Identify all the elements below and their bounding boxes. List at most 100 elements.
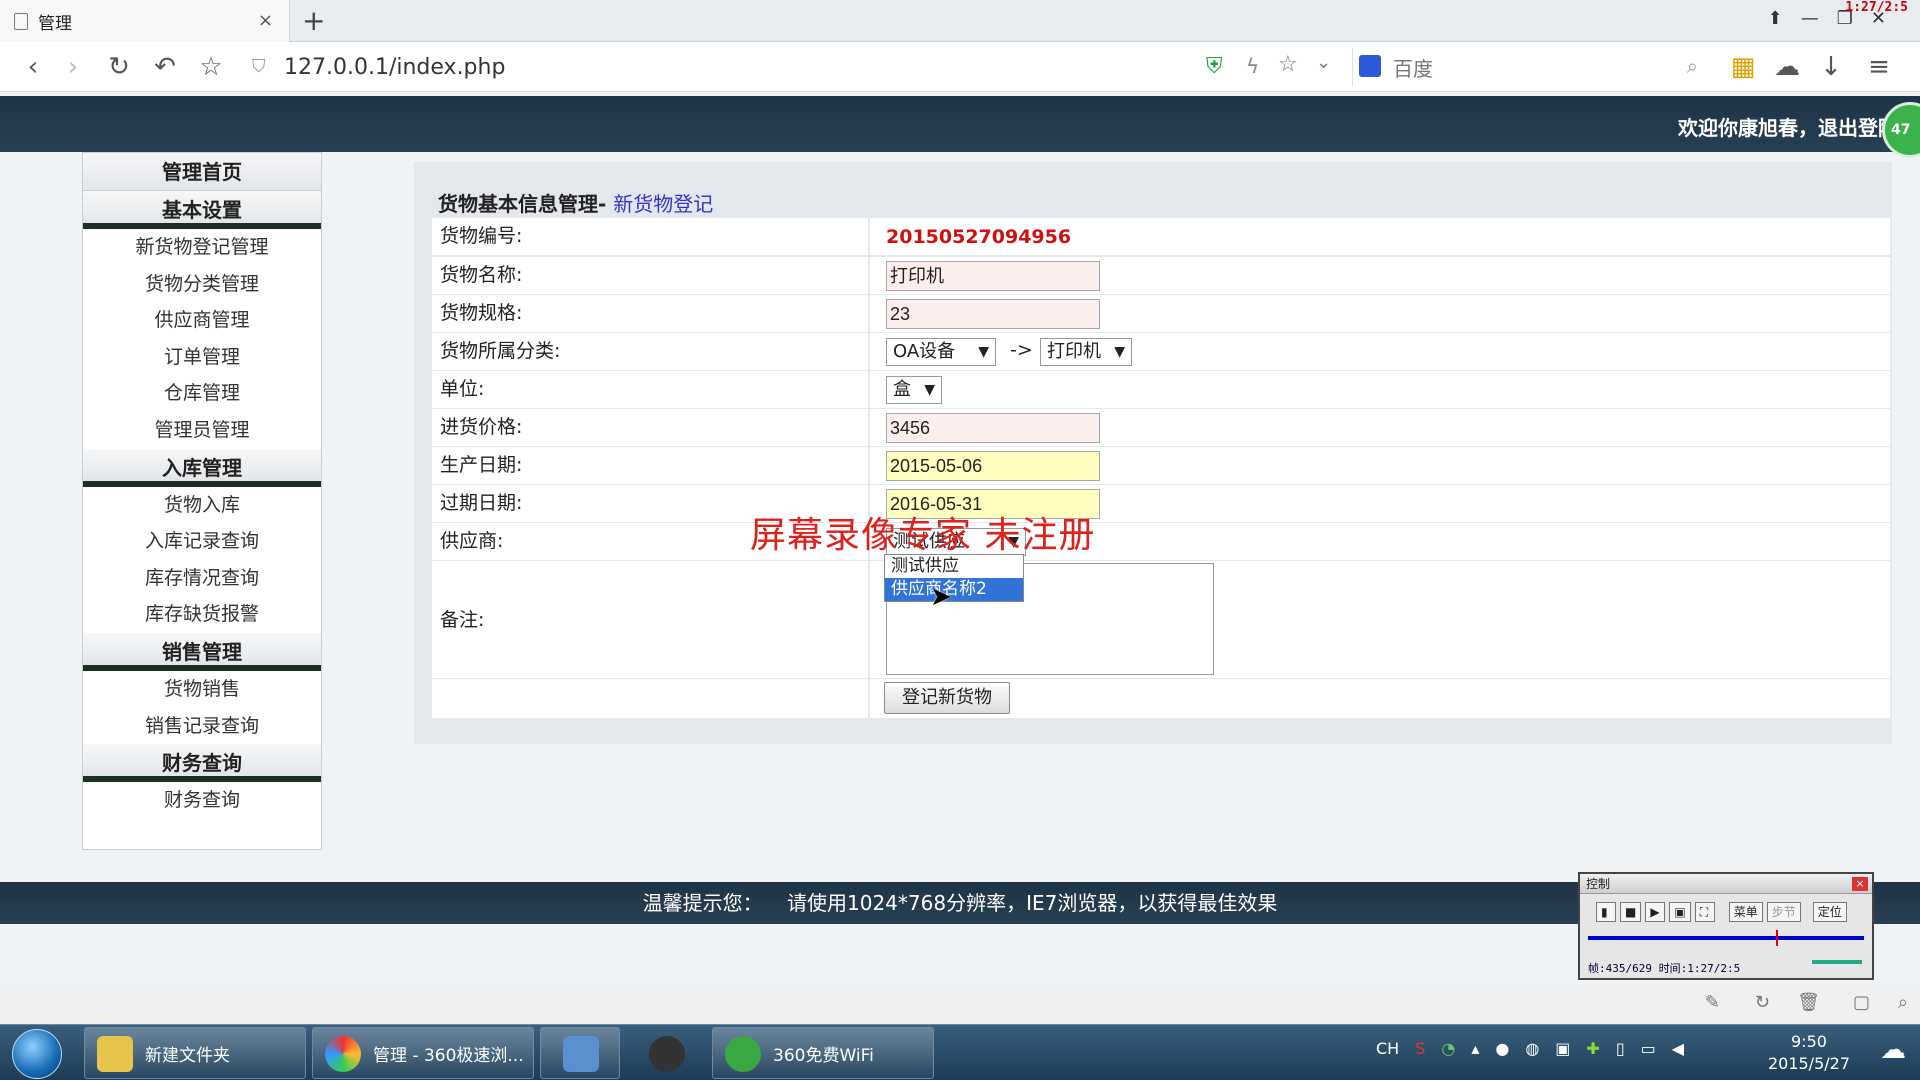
- spec-label: 货物规格:: [432, 295, 868, 332]
- download-icon[interactable]: ↓: [1816, 52, 1846, 82]
- new-goods-link[interactable]: 新货物登记: [613, 192, 713, 216]
- clock[interactable]: 9:50 2015/5/27: [1768, 1031, 1850, 1075]
- sidebar-item[interactable]: 货物销售: [83, 671, 321, 708]
- browser-tab[interactable]: 管理 ×: [0, 0, 290, 42]
- volume-icon[interactable]: ◀: [1672, 1039, 1684, 1058]
- sidebar-item[interactable]: 销售记录查询: [83, 708, 321, 745]
- reload-icon[interactable]: ↻: [104, 52, 134, 82]
- language-indicator[interactable]: CH: [1376, 1039, 1399, 1058]
- close-tab-icon[interactable]: ×: [258, 10, 273, 31]
- pin-icon[interactable]: ✎: [1705, 992, 1720, 1013]
- sidebar-item[interactable]: 供应商管理: [83, 302, 321, 339]
- welcome-logout[interactable]: 欢迎你康旭春，退出登陆: [1678, 112, 1898, 141]
- form-row-spec: 货物规格: 23: [432, 295, 1890, 333]
- subcategory-value: 打印机: [1047, 341, 1101, 362]
- sidebar-item[interactable]: 仓库管理: [83, 375, 321, 412]
- taskbar-item-qq[interactable]: [626, 1027, 706, 1079]
- sidebar-item[interactable]: 库存情况查询: [83, 560, 321, 597]
- browser-tray-icon[interactable]: ◍: [1525, 1039, 1539, 1058]
- monitor-tray-icon[interactable]: ▣: [1555, 1039, 1570, 1058]
- window-icon[interactable]: ▢: [1853, 992, 1870, 1013]
- pause-icon[interactable]: ▮: [1596, 902, 1616, 922]
- supplier-option[interactable]: 测试供应: [885, 555, 1023, 578]
- sidebar-item[interactable]: 新货物登记管理: [83, 229, 321, 266]
- cloud-icon[interactable]: ☁: [1772, 52, 1802, 82]
- fullscreen-icon[interactable]: ⛶: [1694, 902, 1715, 922]
- sidebar-section-title[interactable]: 入库管理: [83, 448, 321, 487]
- chevron-down-icon[interactable]: ⌄: [1316, 52, 1331, 73]
- network-icon[interactable]: ◔: [1441, 1039, 1455, 1058]
- submit-button[interactable]: 登记新货物: [884, 682, 1010, 714]
- refresh-icon[interactable]: ↻: [1755, 992, 1770, 1013]
- recorder-time: 1:27/2:5: [1845, 0, 1908, 15]
- lightning-icon[interactable]: ϟ: [1246, 54, 1259, 78]
- clipboard-tray-icon[interactable]: ▯: [1616, 1039, 1625, 1058]
- system-tray: CH S ◔ ▴ ● ◍ ▣ ✚ ▯ ▭ ◀: [1376, 1039, 1684, 1058]
- form-title-text: 货物基本信息管理: [438, 192, 598, 216]
- category-value: OA设备: [893, 341, 956, 362]
- search-box[interactable]: 百度 ⌕: [1352, 48, 1712, 86]
- form-row-price: 进货价格: 3456: [432, 409, 1890, 447]
- sidebar-item[interactable]: 入库记录查询: [83, 523, 321, 560]
- back-icon[interactable]: ‹: [18, 52, 48, 82]
- fit-icon[interactable]: ▣: [1669, 902, 1691, 922]
- subcategory-select[interactable]: 打印机 ▼: [1040, 338, 1132, 366]
- category-select[interactable]: OA设备 ▼: [886, 338, 996, 366]
- sidebar-section-title[interactable]: 财务查询: [83, 744, 321, 783]
- watermark: 屏幕录像专家 未注册: [750, 515, 1096, 556]
- forward-icon[interactable]: ›: [58, 52, 88, 82]
- code-label: 货物编号:: [432, 218, 868, 255]
- undo-icon[interactable]: ↶: [150, 52, 180, 82]
- volume-slider[interactable]: [1812, 960, 1862, 964]
- baidu-icon: [1359, 55, 1381, 77]
- address-bar[interactable]: ⛉ 127.0.0.1/index.php ⛨ ϟ ☆ ⌄: [240, 48, 1340, 86]
- new-tab-button[interactable]: +: [302, 4, 325, 37]
- recorder-step-button[interactable]: 步节: [1766, 902, 1801, 922]
- taskbar-item-browser[interactable]: 管理 - 360极速浏...: [312, 1027, 534, 1079]
- spec-input[interactable]: 23: [886, 299, 1100, 329]
- minimize-icon[interactable]: —: [1801, 8, 1819, 29]
- expand-tray-icon[interactable]: ▴: [1471, 1039, 1479, 1058]
- display-tray-icon[interactable]: ▭: [1641, 1039, 1656, 1058]
- avatar-badge[interactable]: 47: [1882, 102, 1920, 158]
- apps-icon[interactable]: ▦: [1728, 52, 1758, 82]
- input-method-icon[interactable]: S: [1415, 1039, 1425, 1058]
- qq-tray-icon[interactable]: ●: [1495, 1039, 1509, 1058]
- star-icon[interactable]: ☆: [1278, 52, 1298, 77]
- taskbar-item-wifi[interactable]: 360免费WiFi: [712, 1027, 934, 1079]
- sidebar-item[interactable]: 货物入库: [83, 487, 321, 524]
- stop-icon[interactable]: ■: [1620, 902, 1642, 922]
- next-icon[interactable]: ▶: [1645, 902, 1666, 922]
- sidebar-item[interactable]: 库存缺货报警: [83, 596, 321, 633]
- security-icon[interactable]: ⛨: [1206, 54, 1223, 79]
- prod-date-input[interactable]: 2015-05-06: [886, 451, 1100, 481]
- favorite-icon[interactable]: ☆: [196, 52, 226, 82]
- price-input[interactable]: 3456: [886, 413, 1100, 443]
- unit-select[interactable]: 盒 ▼: [886, 376, 942, 404]
- sidebar-section-title[interactable]: 销售管理: [83, 632, 321, 671]
- zoom-icon[interactable]: ⌕: [1898, 992, 1908, 1013]
- taskbar-item-player[interactable]: [540, 1027, 620, 1079]
- recorder-progress-track[interactable]: [1588, 936, 1864, 940]
- sidebar-item[interactable]: 订单管理: [83, 339, 321, 376]
- weather-icon[interactable]: ☁: [1880, 1035, 1906, 1065]
- recorder-progress-marker[interactable]: [1776, 930, 1778, 946]
- recorder-menu-button[interactable]: 菜单: [1728, 902, 1763, 922]
- sidebar-item[interactable]: 管理员管理: [83, 412, 321, 449]
- search-icon[interactable]: ⌕: [1687, 54, 1698, 78]
- name-input[interactable]: 打印机: [886, 261, 1100, 291]
- sidebar-home[interactable]: 管理首页: [83, 153, 321, 191]
- trash-icon[interactable]: 🗑: [1797, 992, 1820, 1013]
- sidebar-section-title[interactable]: 基本设置: [83, 191, 321, 229]
- recorder-locate-button[interactable]: 定位: [1812, 902, 1847, 922]
- browser-icon: [325, 1036, 361, 1072]
- pin-icon[interactable]: ⬆: [1768, 8, 1783, 29]
- recorder-close-icon[interactable]: ×: [1852, 877, 1868, 891]
- menu-icon[interactable]: ≡: [1864, 52, 1894, 82]
- sidebar-item[interactable]: 财务查询: [83, 782, 321, 819]
- supplier-option-highlighted[interactable]: 供应商名称2: [885, 578, 1023, 601]
- sidebar-item[interactable]: 货物分类管理: [83, 266, 321, 303]
- security-tray-icon[interactable]: ✚: [1586, 1039, 1599, 1058]
- taskbar-item-folder[interactable]: 新建文件夹: [84, 1027, 306, 1079]
- start-button[interactable]: [12, 1029, 62, 1079]
